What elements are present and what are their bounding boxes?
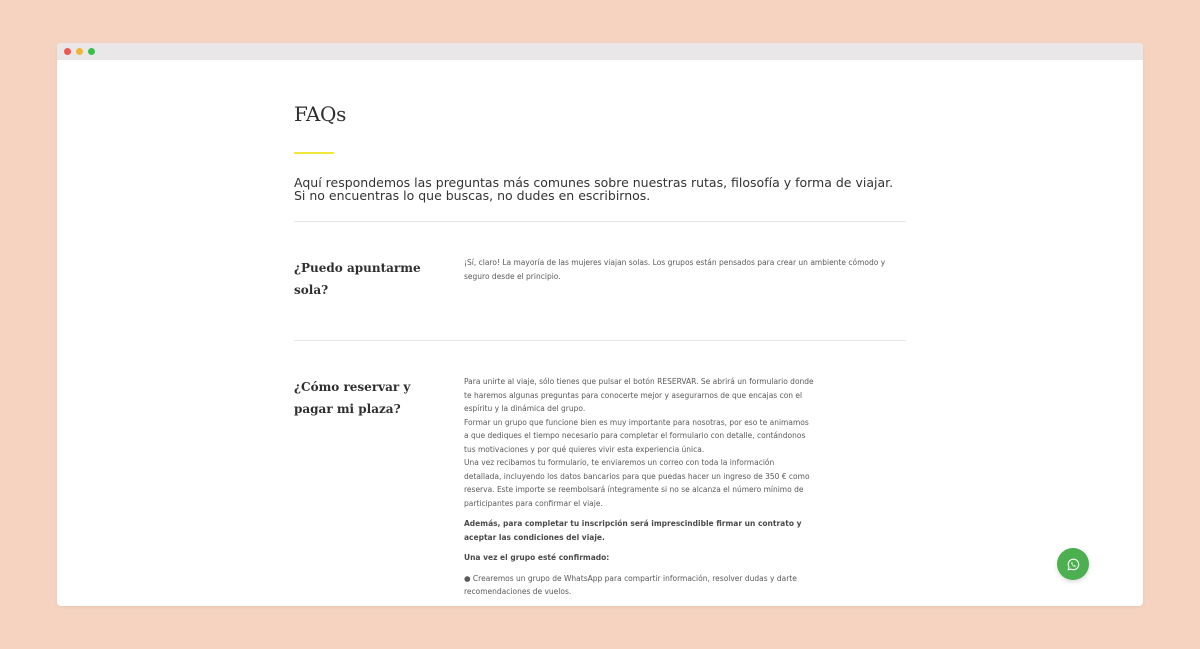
faq-answer-2-bold-note: Además, para completar tu inscripción se…: [464, 519, 802, 542]
page-title: FAQs: [294, 102, 347, 126]
intro-text: Aquí respondemos las preguntas más comun…: [294, 175, 894, 203]
faq-answer-2-paragraph: Para unirte al viaje, sólo tienes que pu…: [464, 377, 814, 413]
faq-question-2: ¿Cómo reservar y pagar mi plaza?: [294, 380, 411, 416]
window-titlebar: [57, 43, 1143, 60]
page-viewport: FAQs Aquí respondemos las preguntas más …: [57, 60, 1143, 606]
whatsapp-chat-button[interactable]: [1057, 548, 1089, 580]
close-window-dot[interactable]: [64, 48, 71, 55]
faq-answer-2: Para unirte al viaje, sólo tienes que pu…: [464, 375, 814, 599]
faq-answer-2-bullet: ● Crearemos un grupo de WhatsApp para co…: [464, 573, 797, 597]
faq-answer-2-bold-heading: Una vez el grupo esté confirmado:: [464, 553, 610, 562]
browser-window: FAQs Aquí respondemos las preguntas más …: [57, 43, 1143, 606]
faq-answer-1-text: ¡Sí, claro! La mayoría de las mujeres vi…: [464, 258, 886, 281]
minimize-window-dot[interactable]: [76, 48, 83, 55]
whatsapp-icon: [1066, 558, 1079, 571]
maximize-window-dot[interactable]: [88, 48, 95, 55]
faq-answer-2-paragraph: Formar un grupo que funcione bien es muy…: [464, 417, 809, 454]
faq-answer-2-paragraph: Una vez recibamos tu formulario, te envi…: [464, 458, 810, 508]
faq-answer-1: ¡Sí, claro! La mayoría de las mujeres vi…: [464, 256, 904, 283]
divider: [294, 340, 906, 341]
divider: [294, 221, 906, 222]
faq-question-1: ¿Puedo apuntarme sola?: [294, 261, 421, 297]
title-accent-line: [294, 152, 334, 154]
